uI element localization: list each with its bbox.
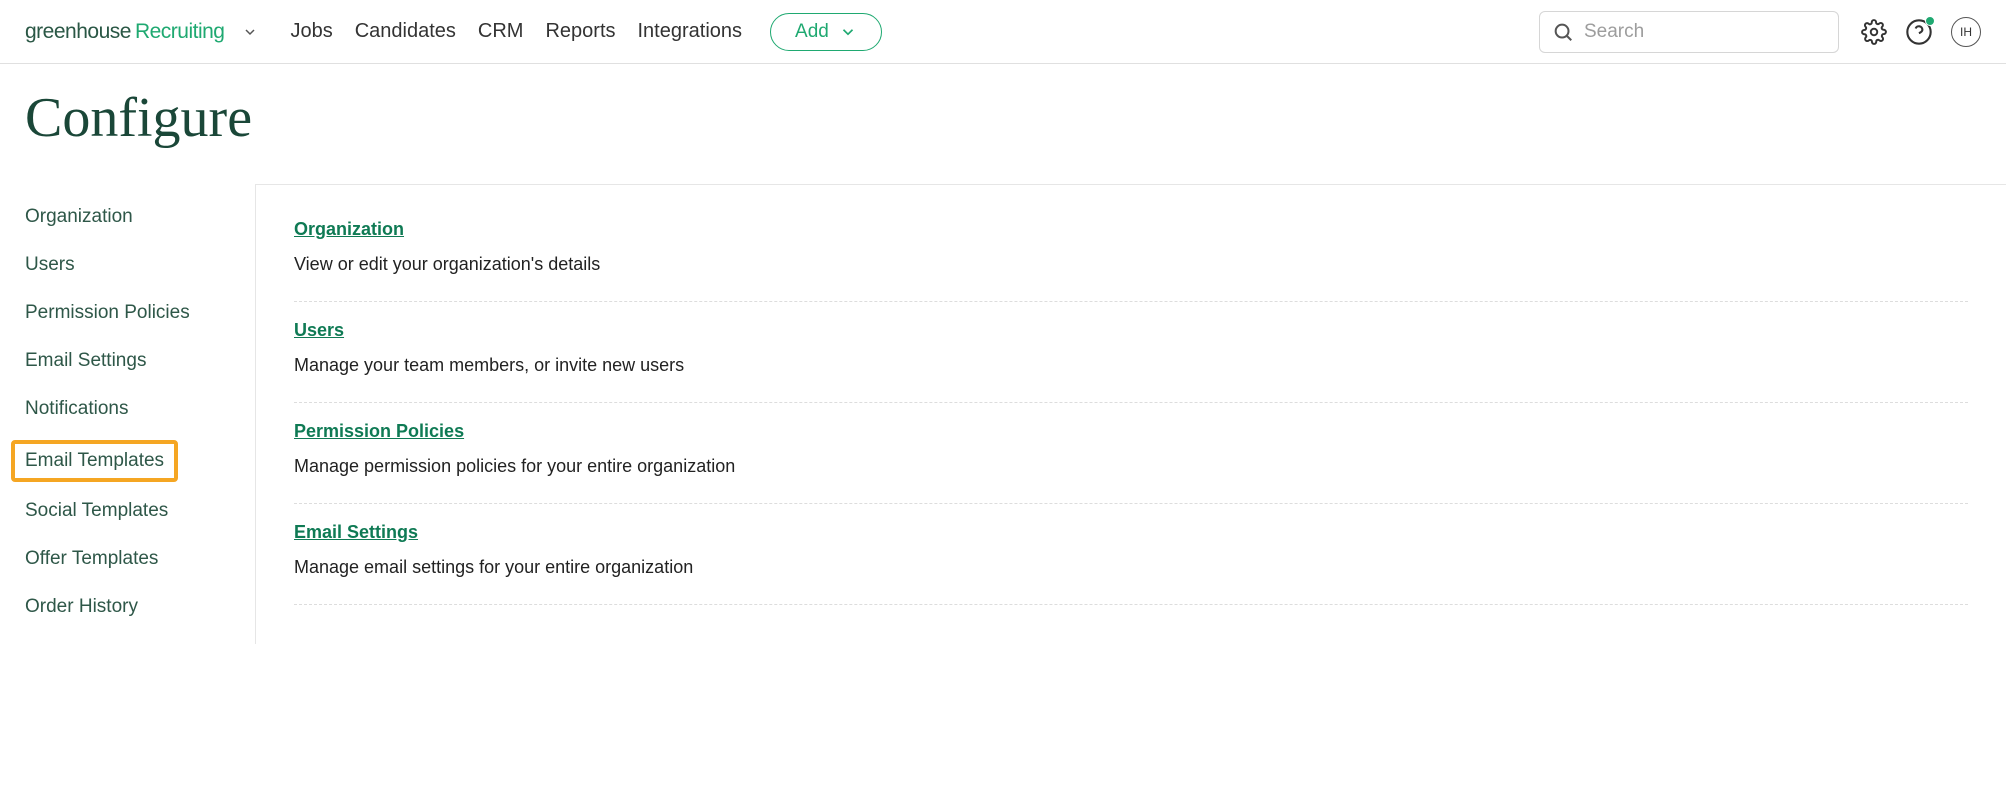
sidebar-item-order-history[interactable]: Order History <box>25 596 138 618</box>
header-actions: IH <box>1861 17 1981 47</box>
avatar-initials: IH <box>1960 25 1972 39</box>
section-desc-users: Manage your team members, or invite new … <box>294 355 1968 376</box>
section-desc-organization: View or edit your organization's details <box>294 254 1968 275</box>
main-nav: Jobs Candidates CRM Reports Integrations <box>290 20 742 43</box>
logo-text-1: greenhouse <box>25 20 131 44</box>
sidebar-item-permission-policies[interactable]: Permission Policies <box>25 302 190 324</box>
nav-crm[interactable]: CRM <box>478 20 524 43</box>
section-link-email-settings[interactable]: Email Settings <box>294 522 418 543</box>
sidebar-item-organization[interactable]: Organization <box>25 206 133 228</box>
section-organization: Organization View or edit your organizat… <box>294 219 1968 302</box>
section-permission-policies: Permission Policies Manage permission po… <box>294 403 1968 504</box>
page-title: Configure <box>0 64 2006 184</box>
nav-jobs[interactable]: Jobs <box>290 20 332 43</box>
section-desc-permission-policies: Manage permission policies for your enti… <box>294 456 1968 477</box>
search-input[interactable] <box>1584 21 1826 43</box>
avatar[interactable]: IH <box>1951 17 1981 47</box>
logo[interactable]: greenhouse Recruiting <box>25 20 224 44</box>
sidebar-item-offer-templates[interactable]: Offer Templates <box>25 548 158 570</box>
help-icon[interactable] <box>1905 18 1933 46</box>
section-link-permission-policies[interactable]: Permission Policies <box>294 421 464 442</box>
search-icon <box>1552 21 1574 43</box>
main-content: Organization View or edit your organizat… <box>255 184 2006 644</box>
add-button-label: Add <box>795 21 829 43</box>
section-desc-email-settings: Manage email settings for your entire or… <box>294 557 1968 578</box>
section-link-organization[interactable]: Organization <box>294 219 404 240</box>
sidebar-item-users[interactable]: Users <box>25 254 75 276</box>
chevron-down-icon <box>839 23 857 41</box>
logo-chevron-icon[interactable] <box>242 24 258 40</box>
logo-text-2: Recruiting <box>135 20 225 44</box>
sidebar-item-email-settings[interactable]: Email Settings <box>25 350 146 372</box>
sidebar-item-social-templates[interactable]: Social Templates <box>25 500 168 522</box>
sidebar: Organization Users Permission Policies E… <box>0 184 255 644</box>
section-link-users[interactable]: Users <box>294 320 344 341</box>
settings-icon[interactable] <box>1861 19 1887 45</box>
nav-reports[interactable]: Reports <box>545 20 615 43</box>
section-users: Users Manage your team members, or invit… <box>294 302 1968 403</box>
sidebar-item-notifications[interactable]: Notifications <box>25 398 129 420</box>
notification-dot <box>1925 16 1935 26</box>
nav-candidates[interactable]: Candidates <box>355 20 456 43</box>
sidebar-item-email-templates[interactable]: Email Templates <box>11 440 178 482</box>
add-button[interactable]: Add <box>770 13 882 51</box>
nav-integrations[interactable]: Integrations <box>638 20 743 43</box>
section-email-settings: Email Settings Manage email settings for… <box>294 504 1968 605</box>
top-header: greenhouse Recruiting Jobs Candidates CR… <box>0 0 2006 64</box>
search-box[interactable] <box>1539 11 1839 53</box>
